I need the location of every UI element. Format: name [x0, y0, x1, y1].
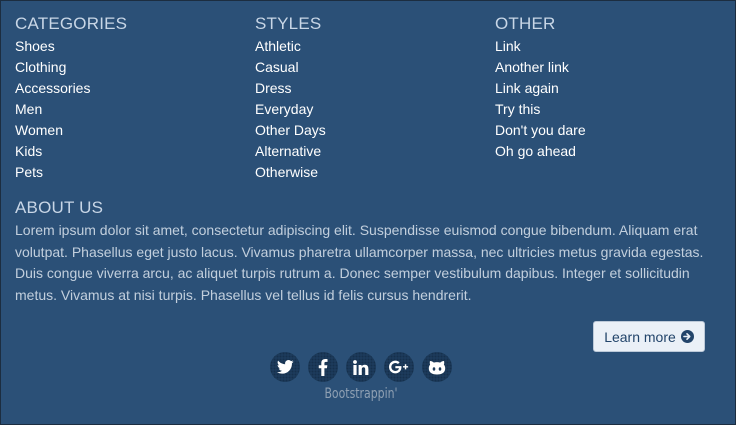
- about-heading: ABOUT US: [15, 198, 104, 217]
- brand-logo: Bootstrappin': [324, 386, 398, 402]
- categories-column: CATEGORIES Shoes Clothing Accessories Me…: [15, 13, 127, 183]
- footer: CATEGORIES Shoes Clothing Accessories Me…: [0, 0, 736, 425]
- link-accessories[interactable]: Accessories: [15, 78, 127, 99]
- about-text: Lorem ipsum dolor sit amet, consectetur …: [15, 222, 704, 303]
- link-clothing[interactable]: Clothing: [15, 57, 127, 78]
- link-otherwise[interactable]: Otherwise: [255, 162, 326, 183]
- other-heading: OTHER: [495, 14, 556, 33]
- google-plus-icon[interactable]: [384, 352, 414, 382]
- link-casual[interactable]: Casual: [255, 57, 326, 78]
- link-other-days[interactable]: Other Days: [255, 120, 326, 141]
- link-link[interactable]: Link: [495, 36, 586, 57]
- about-section: ABOUT US Lorem ipsum dolor sit amet, con…: [15, 197, 715, 306]
- link-kids[interactable]: Kids: [15, 141, 127, 162]
- link-women[interactable]: Women: [15, 120, 127, 141]
- styles-heading: STYLES: [255, 14, 322, 33]
- link-try-this[interactable]: Try this: [495, 99, 586, 120]
- arrow-circle-right-icon: [680, 330, 694, 343]
- other-column: OTHER Link Another link Link again Try t…: [495, 13, 586, 162]
- styles-column: STYLES Athletic Casual Dress Everyday Ot…: [255, 13, 326, 183]
- link-men[interactable]: Men: [15, 99, 127, 120]
- link-everyday[interactable]: Everyday: [255, 99, 326, 120]
- learn-more-button[interactable]: Learn more: [593, 321, 705, 352]
- link-link-again[interactable]: Link again: [495, 78, 586, 99]
- learn-more-label: Learn more: [604, 328, 676, 345]
- twitter-icon[interactable]: [270, 352, 300, 382]
- github-icon[interactable]: [422, 352, 452, 382]
- facebook-icon[interactable]: [308, 352, 338, 382]
- link-oh-go-ahead[interactable]: Oh go ahead: [495, 141, 586, 162]
- link-alternative[interactable]: Alternative: [255, 141, 326, 162]
- linkedin-icon[interactable]: [346, 352, 376, 382]
- categories-heading: CATEGORIES: [15, 14, 128, 33]
- social-links: [270, 352, 452, 382]
- link-dress[interactable]: Dress: [255, 78, 326, 99]
- link-another-link[interactable]: Another link: [495, 57, 586, 78]
- link-pets[interactable]: Pets: [15, 162, 127, 183]
- link-athletic[interactable]: Athletic: [255, 36, 326, 57]
- link-dont-you-dare[interactable]: Don't you dare: [495, 120, 586, 141]
- link-shoes[interactable]: Shoes: [15, 36, 127, 57]
